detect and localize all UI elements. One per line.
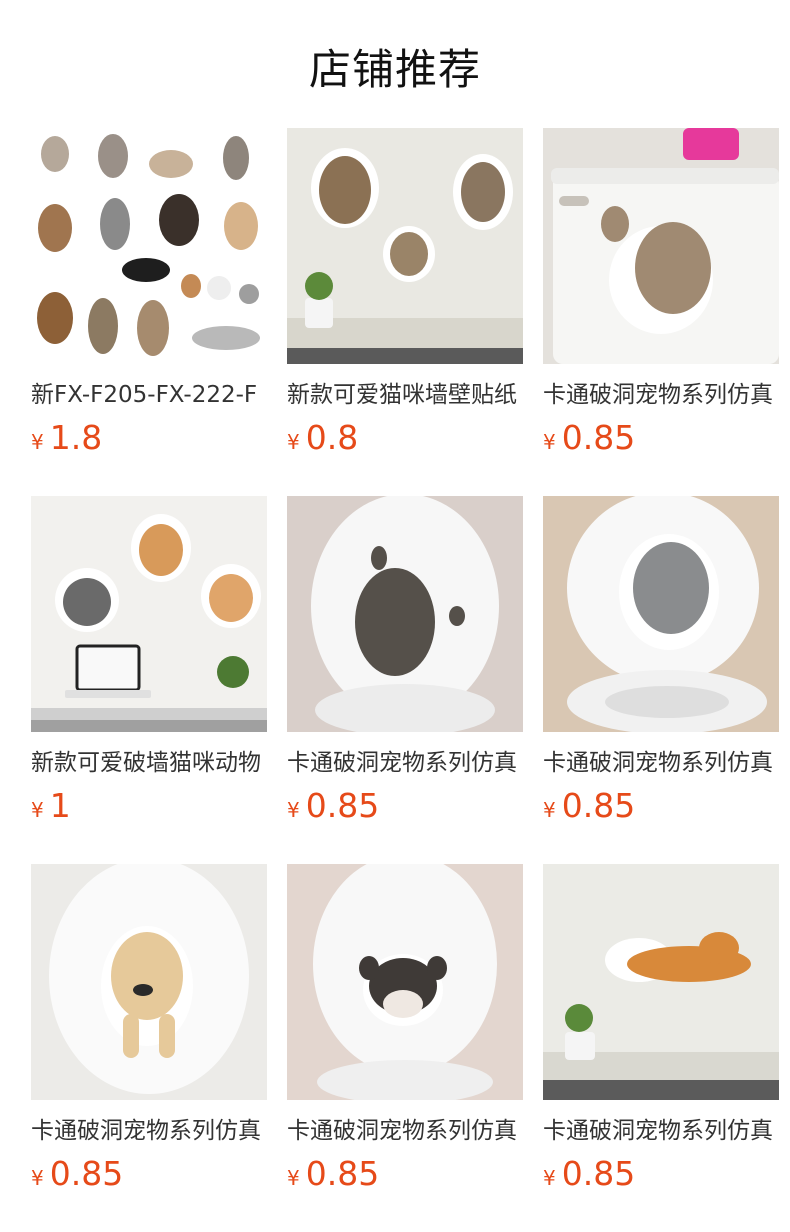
currency-symbol: ¥ <box>31 430 44 454</box>
product-card[interactable]: 新FX-F205-FX-222-F ¥1.8 <box>31 128 267 468</box>
product-image[interactable] <box>287 496 523 732</box>
currency-symbol: ¥ <box>543 798 556 822</box>
product-image[interactable] <box>287 864 523 1100</box>
cats-wall-sticker-image <box>287 128 523 364</box>
orange-cat-wall-sticker-image <box>543 864 779 1100</box>
currency-symbol: ¥ <box>31 798 44 822</box>
product-card[interactable]: 卡通破洞宠物系列仿真 ¥0.85 <box>31 864 267 1204</box>
product-card[interactable]: 新款可爱破墙猫咪动物 ¥1 <box>31 496 267 836</box>
cat-toilet-sticker-image <box>543 128 779 364</box>
product-price: ¥0.85 <box>287 1154 379 1194</box>
product-price: ¥0.85 <box>31 1154 123 1194</box>
price-value: 0.85 <box>49 1154 124 1193</box>
currency-symbol: ¥ <box>543 430 556 454</box>
bulldog-toilet-lid-image <box>287 864 523 1100</box>
price-value: 0.85 <box>305 1154 380 1193</box>
product-title[interactable]: 卡通破洞宠物系列仿真 <box>287 1116 523 1148</box>
currency-symbol: ¥ <box>287 1166 300 1190</box>
product-price: ¥0.85 <box>287 786 379 826</box>
product-image[interactable] <box>543 864 779 1100</box>
product-card[interactable]: 卡通破洞宠物系列仿真 ¥0.85 <box>287 496 523 836</box>
product-card[interactable]: 卡通破洞宠物系列仿真 ¥0.85 <box>543 864 779 1204</box>
product-card[interactable]: 新款可爱猫咪墙壁贴纸 ¥0.8 <box>287 128 523 468</box>
product-title[interactable]: 新款可爱破墙猫咪动物 <box>31 748 267 780</box>
price-value: 1.8 <box>49 418 103 457</box>
product-image[interactable] <box>543 496 779 732</box>
grey-cat-toilet-lid-image <box>287 496 523 732</box>
currency-symbol: ¥ <box>287 798 300 822</box>
product-title[interactable]: 新款可爱猫咪墙壁贴纸 <box>287 380 523 412</box>
product-image[interactable] <box>543 128 779 364</box>
product-image[interactable] <box>287 128 523 364</box>
currency-symbol: ¥ <box>543 1166 556 1190</box>
product-price: ¥0.8 <box>287 418 358 458</box>
product-price: ¥0.85 <box>543 786 635 826</box>
price-value: 1 <box>49 786 71 825</box>
product-image[interactable] <box>31 496 267 732</box>
price-value: 0.85 <box>305 786 380 825</box>
product-card[interactable]: 卡通破洞宠物系列仿真 ¥0.85 <box>543 128 779 468</box>
product-title[interactable]: 卡通破洞宠物系列仿真 <box>287 748 523 780</box>
product-title[interactable]: 卡通破洞宠物系列仿真 <box>543 380 779 412</box>
currency-symbol: ¥ <box>287 430 300 454</box>
product-price: ¥0.85 <box>543 418 635 458</box>
price-value: 0.85 <box>561 1154 636 1193</box>
price-value: 0.85 <box>561 786 636 825</box>
product-price: ¥1 <box>31 786 71 826</box>
product-price: ¥0.85 <box>543 1154 635 1194</box>
product-card[interactable]: 卡通破洞宠物系列仿真 ¥0.85 <box>543 496 779 836</box>
product-card[interactable]: 卡通破洞宠物系列仿真 ¥0.85 <box>287 864 523 1204</box>
product-title[interactable]: 新FX-F205-FX-222-F <box>31 380 267 412</box>
cats-desk-wall-sticker-image <box>31 496 267 732</box>
pet-stickers-sheet-image <box>31 128 267 364</box>
blue-cat-toilet-lid-image <box>543 496 779 732</box>
price-value: 0.8 <box>305 418 359 457</box>
product-grid: 新FX-F205-FX-222-F ¥1.8 新款可爱猫咪墙壁贴纸 ¥0.8 卡… <box>0 0 790 1232</box>
product-title[interactable]: 卡通破洞宠物系列仿真 <box>543 1116 779 1148</box>
golden-retriever-toilet-lid-image <box>31 864 267 1100</box>
product-title[interactable]: 卡通破洞宠物系列仿真 <box>31 1116 267 1148</box>
price-value: 0.85 <box>561 418 636 457</box>
product-price: ¥1.8 <box>31 418 102 458</box>
currency-symbol: ¥ <box>31 1166 44 1190</box>
product-image[interactable] <box>31 128 267 364</box>
product-title[interactable]: 卡通破洞宠物系列仿真 <box>543 748 779 780</box>
product-image[interactable] <box>31 864 267 1100</box>
